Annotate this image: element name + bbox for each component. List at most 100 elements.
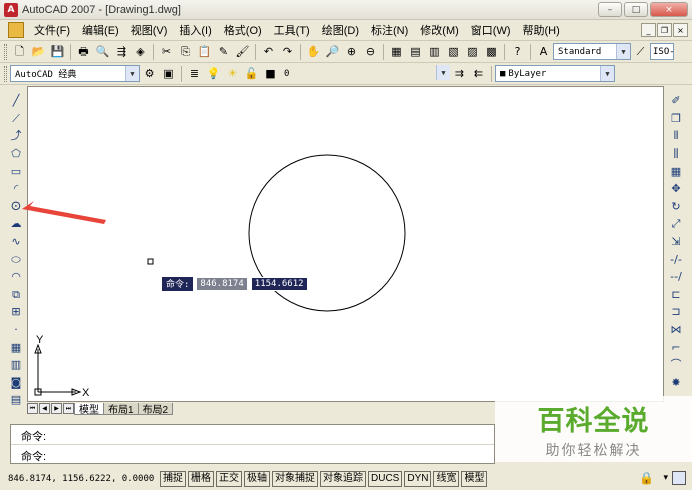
doc-restore-button[interactable]: ❐ bbox=[657, 23, 672, 37]
lock-icon[interactable]: 🔓 bbox=[243, 65, 260, 82]
tool-palettes-icon[interactable]: ▥ bbox=[426, 43, 443, 60]
dim-style-combo[interactable]: ISO- bbox=[650, 43, 675, 60]
close-button[interactable]: × bbox=[650, 2, 688, 17]
menu-edit[interactable]: 编辑(E) bbox=[76, 22, 125, 38]
zoom-realtime-icon[interactable]: 🔎 bbox=[324, 43, 341, 60]
dyn-y-field[interactable]: 1154.6612 bbox=[250, 276, 308, 291]
chevron-down-icon[interactable]: ▼ bbox=[436, 65, 450, 80]
workspace-save-icon[interactable]: ▣ bbox=[160, 65, 177, 82]
layer-manager-icon[interactable]: ≣ bbox=[186, 65, 203, 82]
tab-next-button[interactable]: ▶ bbox=[51, 403, 62, 414]
plot-icon[interactable]: 🖶 bbox=[75, 43, 92, 60]
bulb-icon[interactable]: 💡 bbox=[205, 65, 222, 82]
designcenter-icon[interactable]: ▤ bbox=[407, 43, 424, 60]
menu-help[interactable]: 帮助(H) bbox=[517, 22, 566, 38]
publish-icon[interactable]: ⇶ bbox=[113, 43, 130, 60]
dyn-x-field[interactable]: 846.8174 bbox=[196, 276, 248, 291]
break-icon[interactable]: ⊐ bbox=[668, 303, 684, 321]
plot-preview-icon[interactable]: 🔍 bbox=[94, 43, 111, 60]
menu-view[interactable]: 视图(V) bbox=[125, 22, 174, 38]
cut-icon[interactable]: ✂ bbox=[158, 43, 175, 60]
chevron-down-icon[interactable]: ▼ bbox=[600, 66, 614, 81]
match-icon[interactable]: ✎ bbox=[215, 43, 232, 60]
command-window[interactable]: 命令: 命令: bbox=[10, 424, 495, 464]
pan-icon[interactable]: ✋ bbox=[305, 43, 322, 60]
menu-tools[interactable]: 工具(T) bbox=[268, 22, 316, 38]
rotate-icon[interactable]: ↻ bbox=[668, 198, 684, 216]
menu-window[interactable]: 窗口(W) bbox=[465, 22, 517, 38]
status-grid[interactable]: 栅格 bbox=[188, 471, 214, 487]
menu-file[interactable]: 文件(F) bbox=[28, 22, 76, 38]
tab-layout2[interactable]: 布局2 bbox=[137, 402, 174, 416]
hatch-icon[interactable]: ▦ bbox=[8, 338, 24, 356]
restore-button[interactable]: □ bbox=[624, 2, 648, 17]
fillet-icon[interactable]: ⌒ bbox=[668, 356, 684, 374]
sun-icon[interactable]: ☀ bbox=[224, 65, 241, 82]
insert-block-icon[interactable]: ⧉ bbox=[8, 286, 24, 304]
zoom-previous-icon[interactable]: ⊖ bbox=[362, 43, 379, 60]
ellipse-arc-icon[interactable]: ◠ bbox=[8, 268, 24, 286]
tray-lock-icon[interactable]: 🔒 bbox=[639, 471, 654, 485]
status-ducs[interactable]: DUCS bbox=[368, 471, 403, 487]
command-prompt-line[interactable]: 命令: bbox=[11, 444, 494, 463]
status-lineweight[interactable]: 线宽 bbox=[433, 471, 460, 487]
extend-icon[interactable]: --/ bbox=[668, 268, 684, 286]
array-icon[interactable]: ▦ bbox=[668, 162, 684, 180]
table-icon[interactable]: ▤ bbox=[8, 391, 24, 409]
minimize-button[interactable]: – bbox=[598, 2, 622, 17]
3d-icon[interactable]: ◈ bbox=[132, 43, 149, 60]
point-icon[interactable]: · bbox=[8, 321, 24, 339]
ellipse-icon[interactable]: ⬭ bbox=[8, 250, 24, 268]
open-icon[interactable]: 📂 bbox=[30, 43, 47, 60]
redo-icon[interactable]: ↷ bbox=[279, 43, 296, 60]
text-style-icon[interactable]: A bbox=[535, 43, 552, 60]
tab-layout1[interactable]: 布局1 bbox=[103, 402, 139, 416]
paste-icon[interactable]: 📋 bbox=[196, 43, 213, 60]
offset-icon[interactable]: ⫼ bbox=[668, 145, 684, 163]
drawing-svg[interactable]: Y X bbox=[28, 87, 665, 403]
scale-icon[interactable]: ⤢ bbox=[668, 215, 684, 233]
trim-icon[interactable]: -/- bbox=[668, 250, 684, 268]
new-icon[interactable]: 🗋 bbox=[11, 43, 28, 60]
dim-style-icon[interactable]: ⟋ bbox=[632, 43, 649, 60]
mirror-icon[interactable]: ⫴ bbox=[668, 127, 684, 145]
menu-draw[interactable]: 绘图(D) bbox=[316, 22, 365, 38]
status-model[interactable]: 模型 bbox=[461, 471, 488, 487]
calculator-icon[interactable]: ▩ bbox=[483, 43, 500, 60]
menu-dimension[interactable]: 标注(N) bbox=[365, 22, 414, 38]
line-icon[interactable]: ╱ bbox=[8, 92, 24, 110]
brush-icon[interactable]: 🖌 bbox=[234, 43, 251, 60]
toolbar-grip[interactable] bbox=[4, 43, 7, 60]
drawing-area[interactable]: Y X bbox=[27, 86, 664, 402]
construction-line-icon[interactable]: ⟋ bbox=[8, 110, 24, 128]
explode-icon[interactable]: ✸ bbox=[668, 374, 684, 392]
clean-screen-icon[interactable] bbox=[672, 471, 686, 485]
status-snap[interactable]: 捕捉 bbox=[160, 471, 186, 487]
workspace-settings-icon[interactable]: ⚙ bbox=[141, 65, 158, 82]
document-icon[interactable] bbox=[8, 22, 24, 38]
workspace-combo[interactable]: AutoCAD 经典 ▼ bbox=[10, 65, 140, 82]
menu-insert[interactable]: 插入(I) bbox=[173, 22, 217, 38]
sheetset-icon[interactable]: ▧ bbox=[445, 43, 462, 60]
chevron-down-icon[interactable]: ▼ bbox=[125, 66, 139, 81]
spline-icon[interactable]: ∿ bbox=[8, 233, 24, 251]
status-ortho[interactable]: 正交 bbox=[216, 471, 242, 487]
toolbar-grip[interactable] bbox=[4, 65, 7, 82]
doc-minimize-button[interactable]: _ bbox=[641, 23, 656, 37]
move-icon[interactable]: ✥ bbox=[668, 180, 684, 198]
layer-combo[interactable]: 0 ▼ bbox=[280, 65, 450, 82]
status-osnap[interactable]: 对象捕捉 bbox=[272, 471, 318, 487]
tray-menu-arrow-icon[interactable]: ▾ bbox=[663, 473, 668, 483]
polyline-icon[interactable]: ⤴ bbox=[8, 127, 24, 145]
layer-previous-icon[interactable]: ⇇ bbox=[470, 65, 487, 82]
properties-icon[interactable]: ▦ bbox=[388, 43, 405, 60]
tab-prev-button[interactable]: ◀ bbox=[39, 403, 50, 414]
copy-object-icon[interactable]: ❐ bbox=[668, 110, 684, 128]
menu-modify[interactable]: 修改(M) bbox=[414, 22, 465, 38]
polygon-icon[interactable]: ⬠ bbox=[8, 145, 24, 163]
arc-icon[interactable]: ◜ bbox=[8, 180, 24, 198]
stretch-icon[interactable]: ⇲ bbox=[668, 233, 684, 251]
undo-icon[interactable]: ↶ bbox=[260, 43, 277, 60]
help-icon[interactable]: ? bbox=[509, 43, 526, 60]
copy-icon[interactable]: ⎘ bbox=[177, 43, 194, 60]
